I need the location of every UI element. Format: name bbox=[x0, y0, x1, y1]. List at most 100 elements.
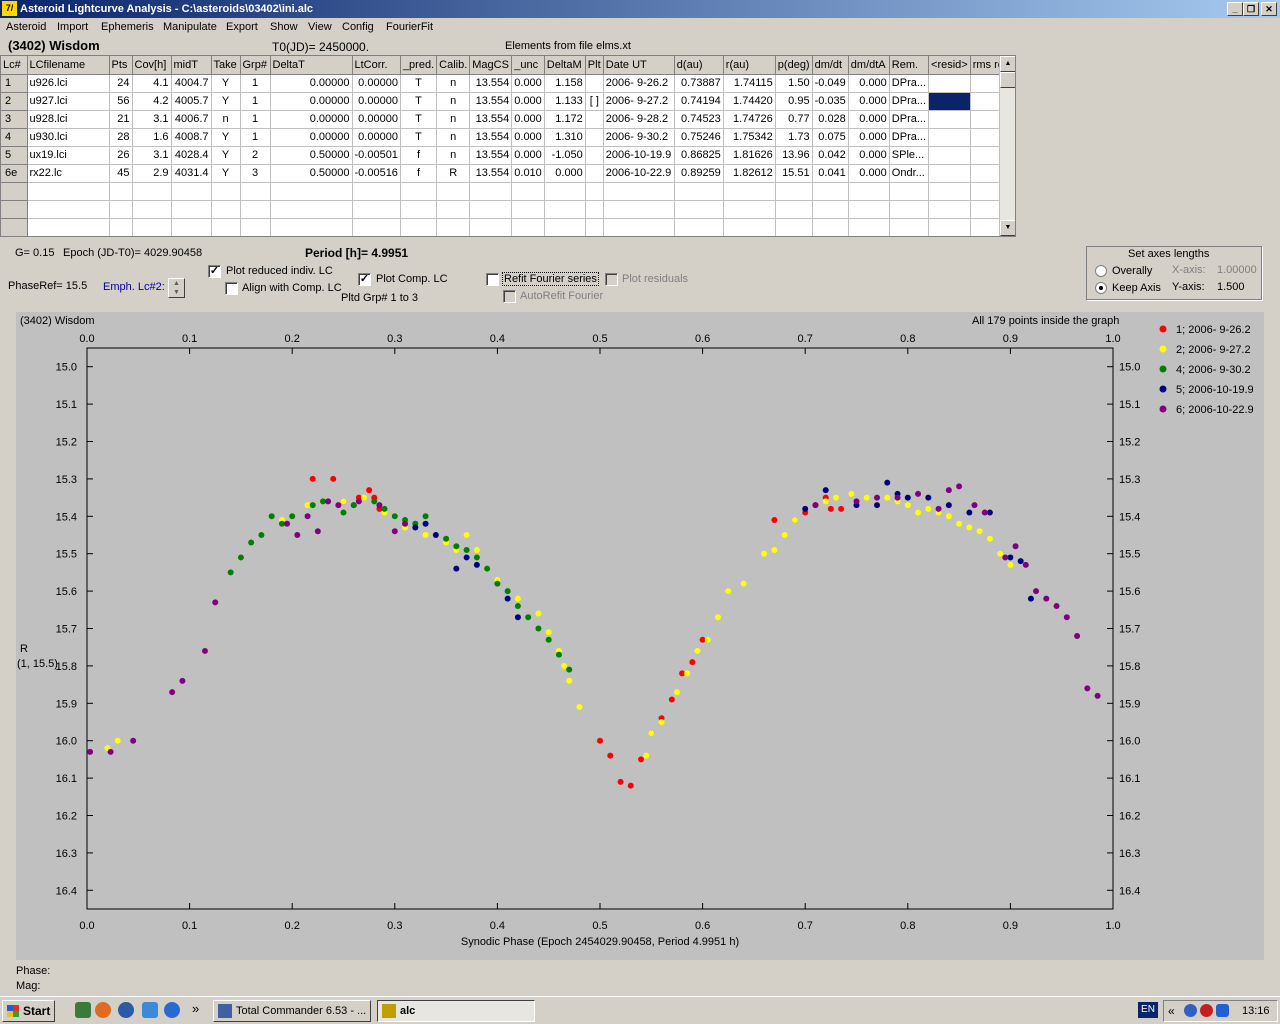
empty-cell[interactable] bbox=[511, 218, 545, 236]
table-cell[interactable] bbox=[585, 164, 604, 183]
maximize-button[interactable]: ❐ bbox=[1243, 2, 1259, 16]
table-row[interactable]: 5 ux19.lci 26 3.1 4028.4 Y 2 0.50000 -0.00501 f n 1… bbox=[1, 146, 1013, 165]
empty-cell[interactable] bbox=[27, 218, 110, 236]
column-header[interactable]: <resid> bbox=[928, 56, 971, 75]
empty-cell[interactable] bbox=[603, 218, 675, 236]
empty-row[interactable] bbox=[1, 182, 1013, 201]
table-cell[interactable]: 0.00000 bbox=[352, 128, 401, 147]
overally-radio[interactable] bbox=[1095, 265, 1107, 277]
empty-cell[interactable] bbox=[109, 218, 133, 236]
empty-cell[interactable] bbox=[240, 200, 271, 219]
column-header[interactable]: Pts bbox=[109, 56, 133, 75]
table-cell[interactable]: f bbox=[400, 164, 438, 183]
table-cell[interactable]: Y bbox=[211, 92, 241, 111]
column-header[interactable]: LtCorr. bbox=[352, 56, 401, 75]
tray-bluetooth-icon[interactable] bbox=[1216, 1004, 1229, 1017]
table-cell[interactable] bbox=[928, 110, 971, 129]
table-cell[interactable]: 0.86825 bbox=[674, 146, 724, 165]
table-cell[interactable]: -0.00501 bbox=[352, 146, 401, 165]
table-cell[interactable]: SPle... bbox=[889, 146, 930, 165]
empty-cell[interactable] bbox=[544, 200, 586, 219]
empty-cell[interactable] bbox=[674, 200, 724, 219]
table-cell[interactable]: -1.050 bbox=[544, 146, 586, 165]
table-cell[interactable]: ux19.lci bbox=[27, 146, 110, 165]
empty-cell[interactable] bbox=[240, 182, 271, 201]
table-cell[interactable]: [ ] bbox=[585, 92, 604, 111]
table-row[interactable]: 1 u926.lci 24 4.1 4004.7 Y 1 0.00000 0.00000 Tn 13… bbox=[1, 74, 1013, 93]
table-cell[interactable]: Y bbox=[211, 164, 241, 183]
table-cell[interactable]: DPra... bbox=[889, 92, 930, 111]
table-cell[interactable]: n bbox=[436, 146, 471, 165]
empty-cell[interactable] bbox=[585, 218, 604, 236]
column-header[interactable]: _pred. bbox=[400, 56, 438, 75]
table-cell[interactable]: 1 bbox=[240, 74, 271, 93]
quicklaunch-search-icon[interactable] bbox=[142, 1002, 158, 1018]
scroll-up-arrow-icon[interactable]: ▲ bbox=[1000, 56, 1015, 72]
table-cell[interactable]: 24 bbox=[109, 74, 133, 93]
table-cell[interactable]: 1.81626 bbox=[723, 146, 776, 165]
table-cell[interactable] bbox=[928, 164, 971, 183]
table-cell[interactable]: 4004.7 bbox=[171, 74, 212, 93]
table-cell[interactable]: 1.74726 bbox=[723, 110, 776, 129]
empty-cell[interactable] bbox=[132, 200, 172, 219]
empty-cell[interactable] bbox=[603, 182, 675, 201]
table-cell[interactable]: 0.075 bbox=[812, 128, 849, 147]
table-cell[interactable]: n bbox=[436, 74, 471, 93]
table-cell[interactable]: rx22.lc bbox=[27, 164, 110, 183]
lightcurve-plot[interactable]: 0.0 0.0 0.1 0.1 0.2 0.2 0.3 0.3 0.4 0.4 0.5 0.5 0.6 0… bbox=[16, 312, 1264, 960]
menu-asteroid[interactable]: Asteroid bbox=[6, 21, 46, 33]
task-alc[interactable]: alc bbox=[377, 1000, 535, 1022]
table-cell[interactable]: 2 bbox=[240, 146, 271, 165]
empty-cell[interactable] bbox=[27, 182, 110, 201]
table-cell[interactable]: 2006-10-22.9 bbox=[603, 164, 675, 183]
menu-import[interactable]: Import bbox=[57, 21, 88, 33]
close-button[interactable]: ✕ bbox=[1261, 2, 1277, 16]
table-cell[interactable]: n bbox=[436, 110, 471, 129]
empty-cell[interactable] bbox=[436, 218, 471, 236]
table-cell[interactable]: 2.9 bbox=[132, 164, 172, 183]
empty-cell[interactable] bbox=[436, 200, 471, 219]
table-cell[interactable]: 0.95 bbox=[775, 92, 813, 111]
table-cell[interactable]: 1.75342 bbox=[723, 128, 776, 147]
column-header[interactable]: p(deg) bbox=[775, 56, 813, 75]
table-cell[interactable]: 4031.4 bbox=[171, 164, 212, 183]
empty-cell[interactable] bbox=[775, 182, 813, 201]
empty-cell[interactable] bbox=[889, 182, 930, 201]
plot-reduced-checkbox[interactable]: ✓ bbox=[208, 265, 221, 278]
menu-fourierfit[interactable]: FourierFit bbox=[386, 21, 433, 33]
language-indicator[interactable]: EN bbox=[1138, 1002, 1158, 1018]
column-header[interactable]: midT bbox=[171, 56, 212, 75]
table-cell[interactable]: 0.010 bbox=[511, 164, 545, 183]
table-cell[interactable] bbox=[928, 92, 971, 111]
empty-cell[interactable] bbox=[848, 218, 890, 236]
table-cell[interactable]: -0.00516 bbox=[352, 164, 401, 183]
column-header[interactable]: d(au) bbox=[674, 56, 724, 75]
table-cell[interactable]: 0.77 bbox=[775, 110, 813, 129]
column-header[interactable]: r(au) bbox=[723, 56, 776, 75]
table-cell[interactable]: 15.51 bbox=[775, 164, 813, 183]
table-row[interactable]: 6e rx22.lc 45 2.9 4031.4 Y 3 0.50000 -0.00516 f R 1… bbox=[1, 164, 1013, 183]
empty-cell[interactable] bbox=[775, 200, 813, 219]
table-cell[interactable]: 0.74523 bbox=[674, 110, 724, 129]
keep-axis-radio[interactable] bbox=[1095, 282, 1107, 294]
table-cell[interactable]: u926.lci bbox=[27, 74, 110, 93]
empty-cell[interactable] bbox=[469, 218, 513, 236]
empty-row[interactable] bbox=[1, 218, 1013, 236]
table-cell[interactable]: 1.82612 bbox=[723, 164, 776, 183]
table-cell[interactable]: 13.554 bbox=[469, 110, 513, 129]
empty-cell[interactable] bbox=[674, 218, 724, 236]
empty-cell[interactable] bbox=[585, 200, 604, 219]
empty-cell[interactable] bbox=[812, 182, 849, 201]
table-cell[interactable]: T bbox=[400, 110, 438, 129]
table-cell[interactable]: Y bbox=[211, 74, 241, 93]
empty-cell[interactable] bbox=[723, 182, 776, 201]
table-cell[interactable]: 1.158 bbox=[544, 74, 586, 93]
empty-cell[interactable] bbox=[775, 218, 813, 236]
table-cell[interactable]: 0.000 bbox=[848, 146, 890, 165]
table-cell[interactable]: f bbox=[400, 146, 438, 165]
table-cell[interactable]: 1.73 bbox=[775, 128, 813, 147]
y-axis-value[interactable]: 1.500 bbox=[1217, 281, 1245, 293]
table-cell[interactable]: 13.554 bbox=[469, 128, 513, 147]
table-cell[interactable]: 2006- 9-28.2 bbox=[603, 110, 675, 129]
empty-cell[interactable] bbox=[400, 218, 438, 236]
